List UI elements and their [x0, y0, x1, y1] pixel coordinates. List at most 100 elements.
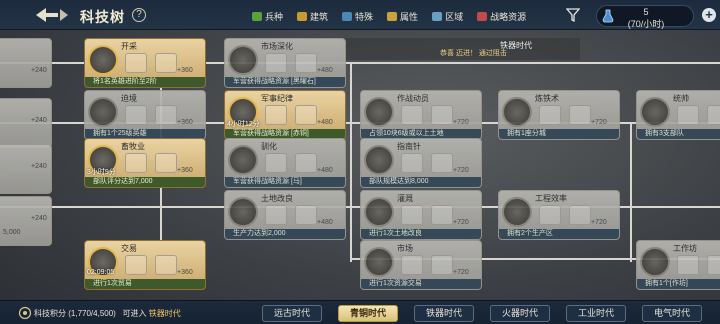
reward-slot: [431, 105, 453, 125]
reward-slot: [707, 255, 720, 275]
legend-label: 属性: [400, 12, 419, 22]
score-label: 科技积分: [34, 309, 66, 318]
reward-slot: [401, 153, 423, 173]
tech-points-value: +480: [317, 67, 333, 74]
reward-slot: [265, 205, 287, 225]
reward-slot: [125, 153, 147, 173]
connector: [350, 62, 352, 262]
tech-node[interactable]: 驯化 +480 军营获得战略资源 [马]: [224, 138, 346, 188]
reward-slot: [125, 105, 147, 125]
tech-icon: [502, 97, 532, 127]
reward-slot: [431, 205, 453, 225]
reward-slot: [677, 255, 699, 275]
reward-slot: [569, 105, 591, 125]
tech-score-icon: [18, 306, 32, 320]
tech-name: 市场: [397, 244, 413, 253]
tech-node[interactable]: 畜牧业 +360 3小时9分 部队评分达到7,000: [84, 138, 206, 188]
tech-name: 工作坊: [673, 244, 697, 253]
era-tab[interactable]: 青铜时代: [338, 305, 398, 322]
enter-era: 铁器时代: [148, 309, 181, 318]
tech-node-partial[interactable]: +240: [0, 38, 52, 88]
tech-icon: [228, 197, 258, 227]
legend-item: 属性: [387, 10, 418, 23]
tech-icon: [364, 197, 394, 227]
tech-icon: [502, 197, 532, 227]
reward-slot: [155, 153, 177, 173]
reward-slot: [125, 53, 147, 73]
help-icon[interactable]: ?: [132, 8, 146, 22]
tech-name: 交易: [121, 244, 137, 253]
tech-name: 统帅: [673, 94, 689, 103]
tech-node[interactable]: 开采 +360 将1名英雄进阶至2阶: [84, 38, 206, 88]
tech-node-partial[interactable]: +240: [0, 98, 52, 148]
era-tab[interactable]: 工业时代: [566, 305, 626, 322]
tech-requirement: 拥有3支部队: [637, 129, 720, 139]
tech-node[interactable]: 工作坊拥有1个[作坊]: [636, 240, 720, 290]
tech-requirement: 军营获得战略资源 [黑曜石]: [225, 77, 345, 87]
legend-label: 区域: [445, 12, 464, 22]
tech-node[interactable]: 作战动员 +720 占领10块6级或以上土地: [360, 90, 482, 140]
tech-name: 灌溉: [397, 194, 413, 203]
tech-points-value: +720: [453, 219, 469, 226]
flask-icon: [602, 9, 614, 23]
tech-points-value: +360: [177, 67, 193, 74]
tech-requirement: 拥有1个[作坊]: [637, 279, 720, 289]
legend-swatch-icon: [387, 12, 398, 21]
bottom-bar: 科技积分 (1,770/4,500) 可进入 铁器时代 远古时代 青铜时代 铁器时代…: [0, 300, 720, 324]
tech-requirement: 军营获得战略资源 [马]: [225, 177, 345, 187]
tech-icon: [228, 145, 258, 175]
reward-slot: [431, 153, 453, 173]
tech-node[interactable]: 指南针 +720 部队规模达到8,000: [360, 138, 482, 188]
reward-slot: [677, 105, 699, 125]
tech-node[interactable]: 土地改良 +480 生产力达到2,000: [224, 190, 346, 240]
tech-node-partial[interactable]: +240: [0, 144, 52, 194]
tech-points-value: +480: [317, 219, 333, 226]
tech-node[interactable]: 炼铁术 +720 拥有1座分城: [498, 90, 620, 140]
tech-tree-screen: 科技树 ? 兵种 建筑 特殊 属性 区域 战略资源 5 (70/小时) + 铁器时代 恭喜…: [0, 0, 720, 324]
tech-node[interactable]: 工程效率 +720 拥有2个生产区: [498, 190, 620, 240]
reward-slot: [295, 53, 317, 73]
era-tab[interactable]: 铁器时代: [414, 305, 474, 322]
tech-node[interactable]: 迫境 +360 拥有1个25级英雄: [84, 90, 206, 140]
tech-node-partial[interactable]: +240 5,000: [0, 196, 52, 246]
legend-label: 战略资源: [490, 12, 527, 22]
research-timer: 02:09:05: [87, 269, 115, 276]
resource-rate: (70/小时): [627, 19, 665, 29]
tech-name: 市场深化: [261, 42, 293, 51]
tech-requirement: 部队规模达到8,000: [361, 177, 481, 187]
legend-item: 特殊: [342, 10, 373, 23]
add-resource-button[interactable]: +: [702, 8, 716, 22]
era-tab[interactable]: 火器时代: [490, 305, 550, 322]
reward-slot: [569, 205, 591, 225]
tech-name: 开采: [121, 42, 137, 51]
legend-swatch-icon: [342, 12, 353, 21]
tech-node[interactable]: 军事纪律 +480 4小时12分 军营获得战略资源 [赤铜]: [224, 90, 346, 140]
legend-swatch-icon: [252, 12, 262, 21]
reward-slot: [155, 255, 177, 275]
era-tab[interactable]: 远古时代: [262, 305, 322, 322]
tech-node[interactable]: 市场 +720 进行1次资源交易: [360, 240, 482, 290]
tech-requirement: 部队评分达到7,000: [85, 177, 205, 187]
reward-slot: [707, 105, 720, 125]
tech-node[interactable]: 灌溉 +720 进行1次土地改良: [360, 190, 482, 240]
legend-label: 建筑: [310, 12, 329, 22]
filter-icon[interactable]: [566, 8, 580, 22]
legend-item: 兵种: [252, 10, 283, 23]
reward-slot: [431, 255, 453, 275]
tech-points-value: +360: [177, 269, 193, 276]
back-logo-icon[interactable]: [34, 5, 70, 25]
legend-swatch-icon: [432, 12, 443, 21]
tech-icon: [88, 97, 118, 127]
era-tab[interactable]: 电气时代: [642, 305, 702, 322]
tech-name: 军事纪律: [261, 94, 293, 103]
reward-slot: [265, 53, 287, 73]
tech-node[interactable]: 市场深化 +480 军营获得战略资源 [黑曜石]: [224, 38, 346, 88]
tech-points-value: +360: [177, 167, 193, 174]
top-bar: 科技树 ? 兵种 建筑 特殊 属性 区域 战略资源 5 (70/小时) +: [0, 0, 720, 30]
tech-points-value: +720: [453, 167, 469, 174]
reward-slot: [155, 105, 177, 125]
tech-node[interactable]: 统帅+720拥有3支部队: [636, 90, 720, 140]
tech-node[interactable]: 交易 +360 02:09:05 进行1次贸易: [84, 240, 206, 290]
tech-requirement: 拥有1座分城: [499, 129, 619, 139]
tech-points-value: +720: [591, 119, 607, 126]
